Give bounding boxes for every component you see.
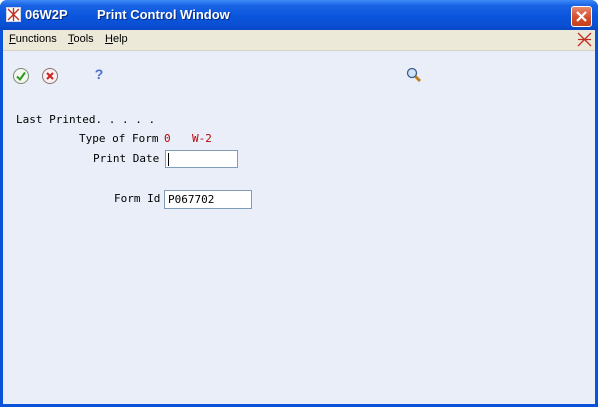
title-bar[interactable]: 06W2P Print Control Window bbox=[0, 0, 598, 30]
form-id-input[interactable]: P067702 bbox=[164, 190, 252, 209]
app-code: 06W2P bbox=[25, 7, 68, 22]
type-of-form-description: W-2 bbox=[192, 132, 212, 145]
menu-tools-label: ools bbox=[73, 33, 94, 45]
app-logo-icon bbox=[6, 7, 21, 22]
menu-bar: Functions Tools Help bbox=[3, 30, 595, 51]
menu-help[interactable]: Help bbox=[105, 33, 128, 45]
menu-help-accel: H bbox=[105, 33, 113, 45]
print-date-input[interactable] bbox=[165, 150, 238, 168]
form-area: ? Last Printed. . . . . Type of Form 0 W… bbox=[3, 51, 595, 404]
form-id-label: Form Id bbox=[114, 192, 161, 205]
menu-tools[interactable]: Tools bbox=[68, 33, 94, 45]
cancel-x-icon[interactable] bbox=[41, 67, 59, 85]
help-question-icon[interactable]: ? bbox=[90, 66, 108, 84]
type-of-form-code: 0 bbox=[164, 132, 171, 145]
text-caret bbox=[168, 153, 169, 166]
window-title: Print Control Window bbox=[97, 7, 230, 22]
menu-functions[interactable]: Functions bbox=[9, 33, 57, 45]
close-button[interactable] bbox=[571, 6, 592, 27]
last-printed-label: Last Printed. . . . . bbox=[16, 113, 156, 126]
application-window: 06W2P Print Control Window Functions Too… bbox=[0, 0, 598, 407]
menu-help-label: elp bbox=[112, 33, 128, 45]
form-id-value: P067702 bbox=[168, 193, 215, 206]
print-date-label: Print Date bbox=[93, 152, 160, 165]
jde-logo-icon bbox=[577, 32, 592, 47]
type-of-form-label: Type of Form bbox=[79, 132, 159, 145]
menu-functions-label: unctions bbox=[15, 33, 57, 45]
ok-checkmark-icon[interactable] bbox=[12, 67, 30, 85]
menu-functions-accel: F bbox=[9, 33, 16, 45]
close-icon bbox=[576, 11, 587, 22]
search-icon[interactable] bbox=[405, 66, 423, 84]
